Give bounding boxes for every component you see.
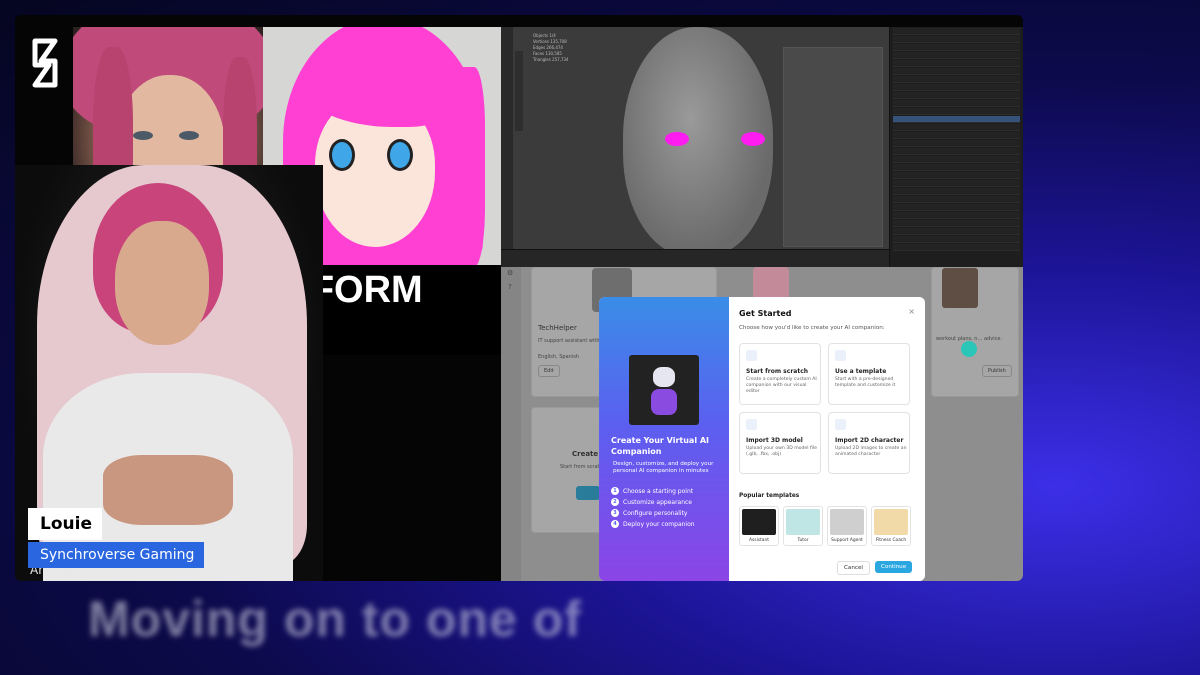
avatar-face	[115, 221, 209, 345]
presenter-company: Synchroverse Gaming	[28, 542, 205, 568]
get-started-modal: Create Your Virtual AI Companion Design,…	[599, 297, 925, 581]
upload-icon	[746, 419, 757, 430]
blender-viewport[interactable]: Objects 1/4 Vertices 135,708 Edges 266,4…	[513, 27, 889, 257]
blender-stats: Objects 1/4 Vertices 135,708 Edges 266,4…	[533, 33, 569, 62]
uv-reference-sheet	[783, 47, 883, 247]
option-import-2d-character[interactable]: Import 2D character Upload 2D images to …	[828, 412, 910, 474]
synchroverse-logo-icon	[32, 38, 58, 88]
hero-title: Create Your Virtual AI Companion	[611, 436, 710, 456]
publish-button[interactable]: Publish	[982, 365, 1012, 377]
option-use-template[interactable]: Use a template Start with a pre-designed…	[828, 343, 910, 405]
fitness-thumbnail	[942, 268, 978, 308]
popular-templates-label: Popular templates	[739, 493, 800, 499]
robot-hero-image	[629, 355, 699, 425]
cursor-highlight	[961, 341, 977, 357]
right-eye	[741, 132, 765, 146]
edit-button[interactable]: Edit	[538, 365, 560, 377]
companion-card-fitness[interactable]: workout plans, n… advice. Publish	[931, 267, 1019, 397]
avatar-midriff	[103, 455, 233, 525]
subtitle-caption: Moving on to one of	[88, 591, 582, 647]
modal-hero-panel: Create Your Virtual AI Companion Design,…	[599, 297, 729, 581]
option-start-from-scratch[interactable]: Start from scratch Create a completely c…	[739, 343, 821, 405]
modal-subtitle: Choose how you'd like to create your AI …	[739, 325, 885, 331]
modal-options-panel: Get Started × Choose how you'd like to c…	[729, 297, 925, 581]
card-language: English, Spanish	[538, 354, 579, 360]
continue-button[interactable]: Continue	[875, 561, 913, 573]
option-import-3d-model[interactable]: Import 3D model Upload your own 3D model…	[739, 412, 821, 474]
card-title: TechHelper	[538, 324, 577, 332]
template-list: Assistant Tutor Support Agent Fitness Co…	[739, 506, 919, 548]
app-sidebar: ⚙ ?	[501, 267, 521, 581]
blender-window: Objects 1/4 Vertices 135,708 Edges 266,4…	[501, 27, 1023, 279]
template-assistant[interactable]: Assistant	[739, 506, 779, 546]
blender-outliner[interactable]	[889, 27, 1023, 279]
blender-toolbar[interactable]	[515, 51, 523, 131]
presenter-name: Louie	[28, 508, 102, 540]
template-support-agent[interactable]: Support Agent	[827, 506, 867, 546]
close-icon[interactable]: ×	[908, 307, 915, 316]
hero-subtitle: Design, customize, and deploy your perso…	[613, 461, 714, 474]
companion-web-app: ⚙ ? TechHelper IT support assistant with…	[501, 267, 1023, 581]
wand-icon	[746, 350, 757, 361]
step-1: 1 Choose a starting point	[611, 487, 693, 495]
cancel-button[interactable]: Cancel	[837, 561, 870, 575]
settings-icon[interactable]: ⚙	[507, 269, 513, 277]
stream-frame: Objects 1/4 Vertices 135,708 Edges 266,4…	[15, 15, 1023, 581]
image-icon	[835, 419, 846, 430]
step-2: 2 Customize appearance	[611, 498, 692, 506]
step-3: 3 Configure personality	[611, 509, 687, 517]
template-tutor[interactable]: Tutor	[783, 506, 823, 546]
step-4: 4 Deploy your companion	[611, 520, 695, 528]
card-description: workout plans, n… advice.	[936, 336, 1003, 342]
create-new-button[interactable]	[576, 486, 600, 500]
template-icon	[835, 350, 846, 361]
help-icon[interactable]: ?	[508, 283, 512, 291]
template-fitness-coach[interactable]: Fitness Coach	[871, 506, 911, 546]
left-eye	[665, 132, 689, 146]
modal-title: Get Started	[739, 309, 792, 318]
